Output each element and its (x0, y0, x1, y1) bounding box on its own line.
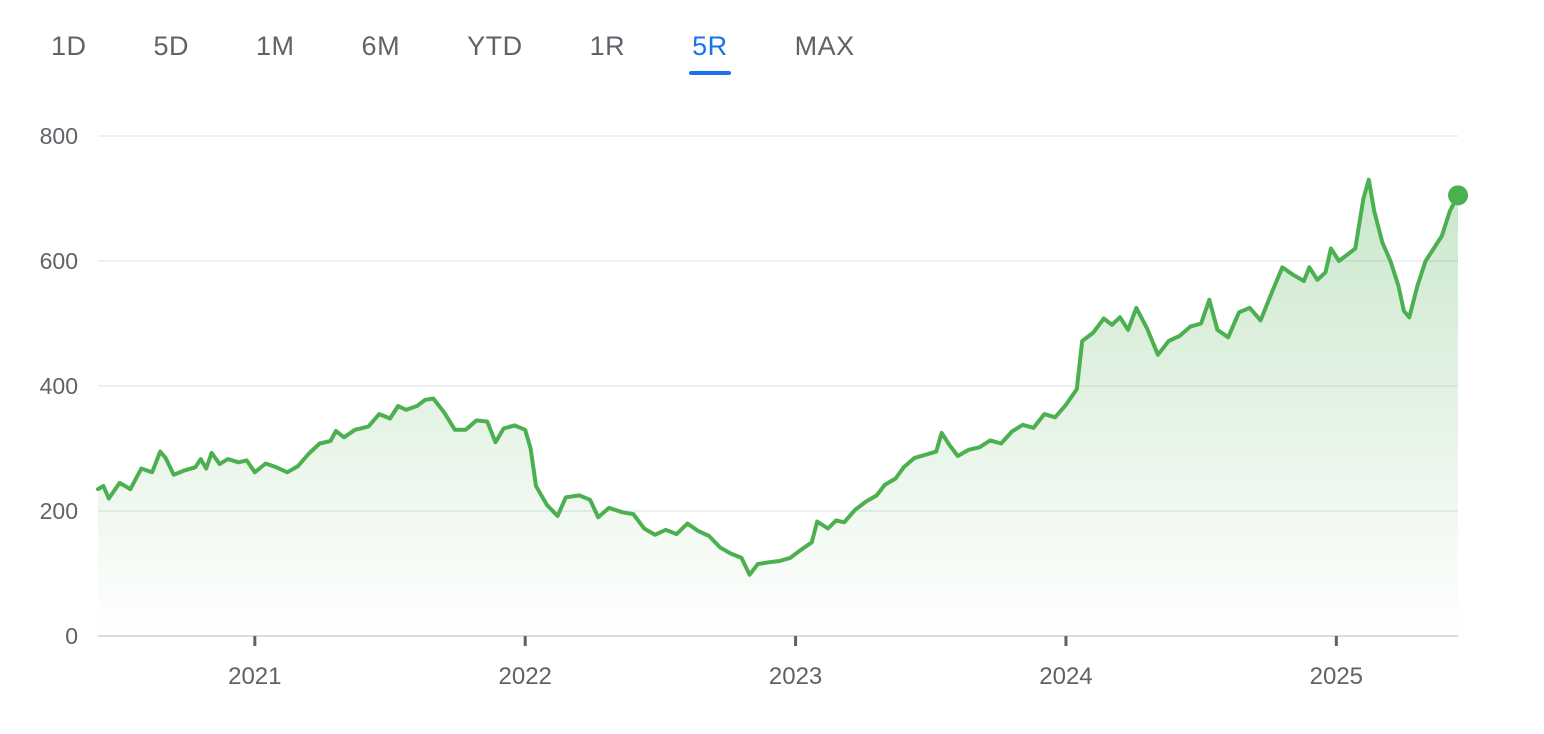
x-axis: 2021 2022 2023 2024 2025 (98, 635, 1458, 690)
price-area-fill (98, 179, 1458, 637)
x-tick-label: 2025 (1310, 663, 1363, 690)
x-tick-label: 2022 (499, 663, 552, 690)
y-axis: 0 200 400 600 800 (40, 123, 78, 649)
last-price-marker (1448, 185, 1468, 206)
y-tick-label: 0 (65, 623, 78, 649)
y-tick-label: 800 (40, 123, 78, 149)
y-tick-label: 600 (40, 248, 78, 274)
x-tick-label: 2023 (769, 663, 822, 690)
y-tick-label: 400 (40, 373, 78, 399)
x-tick-label: 2021 (228, 663, 281, 690)
y-tick-label: 200 (40, 498, 78, 524)
stock-price-chart: 0 200 400 600 800 2021 2022 2023 2024 2025 (40, 123, 1468, 690)
x-tick-label: 2024 (1039, 663, 1092, 690)
